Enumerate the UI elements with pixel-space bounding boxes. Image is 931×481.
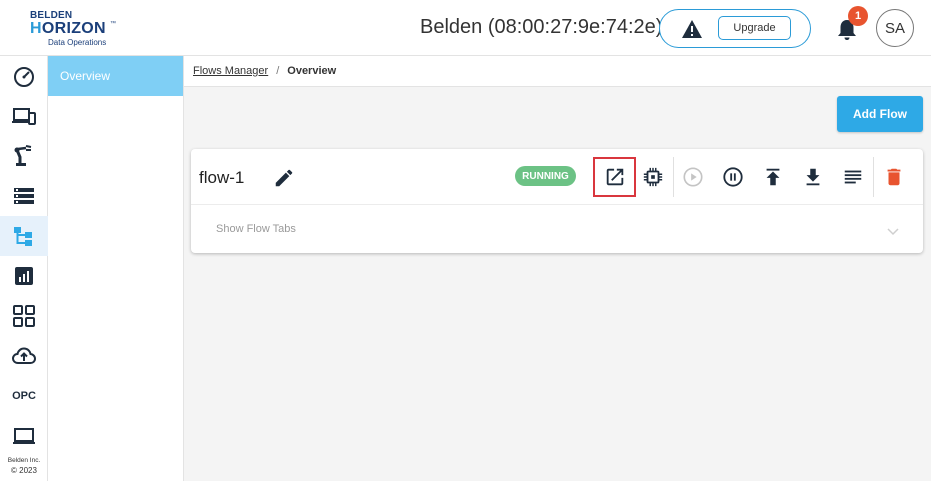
rail-item-flows[interactable] [0,216,48,256]
pause-icon [723,167,743,187]
logo-product-line: HORIZON [30,20,106,37]
belden-horizon-logo[interactable]: BELDEN HORIZON ™ Data Operations [30,11,120,48]
main-content: Flows Manager / Overview Add Flow flow-1… [184,56,931,481]
icon-rail: OPC Belden Inc. © 2023 [0,56,48,481]
upload-icon [766,168,780,186]
rail-footer: Belden Inc. © 2023 [0,456,48,476]
add-flow-button[interactable]: Add Flow [837,96,923,132]
flow-card: flow-1 RUNNING Show Flow Tabs [191,149,923,253]
laptop-icon [13,428,35,444]
rail-item-automation[interactable] [0,136,48,176]
chip-icon [643,167,663,187]
user-avatar[interactable]: SA [876,9,914,47]
breadcrumb-current: Overview [287,65,337,77]
export-flow-button[interactable] [761,165,785,189]
device-title: Belden (08:00:27:9e:74:2e) [420,16,663,38]
delete-flow-button[interactable] [882,165,906,189]
start-flow-button[interactable] [681,165,705,189]
analytics-icon [15,267,33,285]
import-flow-button[interactable] [801,165,825,189]
robot-arm-icon [14,145,32,166]
subnav-item-overview[interactable]: Overview [48,56,183,96]
server-list-icon [14,188,34,204]
footer-company: Belden Inc. [7,457,41,464]
rail-item-dashboard[interactable] [0,56,48,96]
notification-badge: 1 [848,6,868,26]
open-flow-button[interactable] [603,165,627,189]
delete-icon [887,168,901,186]
show-flow-tabs-toggle[interactable]: Show Flow Tabs [191,206,923,253]
download-icon [806,168,820,186]
devices-icon [12,108,36,125]
pause-flow-button[interactable] [721,165,745,189]
cloud-upload-icon [12,347,36,364]
chevron-down-icon [887,228,899,236]
rail-item-cloud[interactable] [0,336,48,376]
rail-item-servers[interactable] [0,176,48,216]
sub-navigation: Overview [48,56,184,481]
flow-card-header: flow-1 RUNNING [191,149,923,205]
warning-icon [682,20,702,38]
footer-copyright: © 2023 [11,466,37,475]
open-external-icon [606,168,624,186]
logo-trademark: ™ [110,21,116,27]
action-divider [873,157,874,197]
breadcrumb: Flows Manager / Overview [184,56,931,87]
breadcrumb-flows-manager-link[interactable]: Flows Manager [193,65,268,77]
play-icon [683,167,703,187]
flow-logs-button[interactable] [841,165,865,189]
flow-name: flow-1 [199,168,245,187]
rail-item-devices[interactable] [0,96,48,136]
logo-tagline: Data Operations [48,38,107,47]
upgrade-button[interactable]: Upgrade [718,16,791,40]
dashboard-gauge-icon [14,67,34,87]
logs-icon [844,170,862,184]
flow-status-badge: RUNNING [515,166,576,186]
show-flow-tabs-label: Show Flow Tabs [216,223,296,235]
rail-item-laptop[interactable] [0,416,48,456]
apps-grid-icon [13,305,35,327]
rail-item-opc[interactable]: OPC [0,376,48,416]
rail-item-analytics[interactable] [0,256,48,296]
action-divider [673,157,674,197]
rail-opc-label: OPC [12,390,36,402]
flow-resources-button[interactable] [641,165,665,189]
rail-item-apps[interactable] [0,296,48,336]
breadcrumb-separator: / [276,65,280,77]
top-header: BELDEN HORIZON ™ Data Operations Belden … [0,0,931,56]
upgrade-panel: Upgrade [659,9,811,48]
flows-icon [14,227,32,246]
edit-pencil-icon[interactable] [273,167,295,189]
